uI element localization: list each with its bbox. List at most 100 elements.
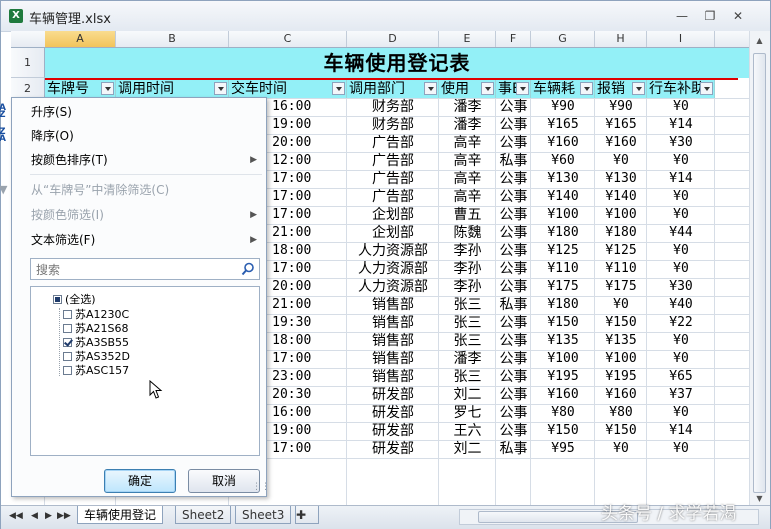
table-cell[interactable]: ¥0 <box>647 152 715 170</box>
column-header-b[interactable]: B <box>116 31 229 47</box>
restore-icon[interactable]: ❐ <box>701 9 719 23</box>
table-cell[interactable]: ¥0 <box>595 296 647 314</box>
table-cell[interactable]: 刘二 <box>439 386 496 404</box>
table-cell[interactable]: ¥100 <box>531 206 595 224</box>
filter-dropdown-icon[interactable] <box>700 82 713 95</box>
table-cell[interactable]: ¥90 <box>595 98 647 116</box>
table-cell[interactable]: ¥160 <box>531 134 595 152</box>
table-cell[interactable]: ¥80 <box>595 404 647 422</box>
table-cell[interactable]: 罗七 <box>439 404 496 422</box>
filter-dropdown-icon[interactable] <box>516 82 529 95</box>
table-cell[interactable]: ¥0 <box>647 242 715 260</box>
filter-dropdown-icon[interactable] <box>332 82 345 95</box>
table-cell[interactable]: ¥110 <box>595 260 647 278</box>
filter-dropdown-icon[interactable] <box>481 82 494 95</box>
column-header-e[interactable]: E <box>439 31 496 47</box>
sheet-tab-sheet3[interactable]: Sheet3 <box>235 506 292 524</box>
table-cell[interactable]: 张三 <box>439 368 496 386</box>
table-cell[interactable]: 公事 <box>496 332 531 350</box>
table-cell[interactable]: ¥160 <box>595 134 647 152</box>
table-cell[interactable]: 公事 <box>496 314 531 332</box>
table-cell[interactable]: 公事 <box>496 260 531 278</box>
table-cell[interactable]: 公事 <box>496 422 531 440</box>
table-cell[interactable]: 王六 <box>439 422 496 440</box>
table-cell[interactable]: 潘李 <box>439 350 496 368</box>
vertical-scrollbar[interactable]: ▲ ▼ <box>749 31 770 505</box>
table-cell[interactable]: 财务部 <box>347 98 439 116</box>
table-cell[interactable]: 张三 <box>439 314 496 332</box>
sheet-title[interactable]: 车辆使用登记表 <box>45 48 749 78</box>
prev-sheet-icon[interactable]: ◀ <box>31 511 38 521</box>
table-cell[interactable]: 广告部 <box>347 170 439 188</box>
table-cell[interactable]: ¥125 <box>595 242 647 260</box>
table-cell[interactable]: 公事 <box>496 404 531 422</box>
table-cell[interactable]: ¥30 <box>647 134 715 152</box>
column-header-a[interactable]: A <box>45 31 116 47</box>
table-cell[interactable]: ¥175 <box>595 278 647 296</box>
checkbox-unchecked[interactable] <box>63 310 72 319</box>
table-cell[interactable]: 高辛 <box>439 152 496 170</box>
close-icon[interactable]: ✕ <box>729 9 747 23</box>
checkbox-checked[interactable] <box>63 338 72 347</box>
table-cell[interactable]: ¥150 <box>595 314 647 332</box>
table-cell[interactable]: ¥0 <box>647 206 715 224</box>
table-cell[interactable]: 李孙 <box>439 242 496 260</box>
table-cell[interactable]: ¥130 <box>531 170 595 188</box>
table-cell[interactable]: 公事 <box>496 368 531 386</box>
table-cell[interactable]: 研发部 <box>347 440 439 458</box>
table-cell[interactable]: 销售部 <box>347 368 439 386</box>
table-cell[interactable]: 人力资源部 <box>347 242 439 260</box>
table-cell[interactable]: ¥160 <box>595 386 647 404</box>
search-icon[interactable] <box>241 262 255 276</box>
table-cell[interactable]: ¥44 <box>647 224 715 242</box>
table-cell[interactable]: 企划部 <box>347 206 439 224</box>
sheet-tab-sheet2[interactable]: Sheet2 <box>175 506 232 524</box>
sort-descending-item[interactable]: ZA 降序(O) <box>0 124 265 148</box>
row-header-1[interactable]: 1 <box>11 48 45 78</box>
table-cell[interactable]: 销售部 <box>347 350 439 368</box>
table-cell[interactable]: ¥165 <box>531 116 595 134</box>
table-cell[interactable]: ¥0 <box>647 404 715 422</box>
table-cell[interactable]: ¥37 <box>647 386 715 404</box>
table-cell[interactable]: ¥165 <box>595 116 647 134</box>
filter-list-item[interactable]: 苏A3SB55 <box>63 336 129 350</box>
table-cell[interactable]: ¥0 <box>595 440 647 458</box>
table-cell[interactable]: 销售部 <box>347 314 439 332</box>
checkbox-partial[interactable] <box>53 295 62 304</box>
table-cell[interactable]: ¥100 <box>595 206 647 224</box>
column-header-g[interactable]: G <box>531 31 595 47</box>
table-cell[interactable]: ¥0 <box>647 260 715 278</box>
table-cell[interactable]: ¥110 <box>531 260 595 278</box>
table-cell[interactable]: 财务部 <box>347 116 439 134</box>
table-cell[interactable]: 广告部 <box>347 134 439 152</box>
sheet-tab-active[interactable]: 车辆使用登记 <box>77 506 164 524</box>
table-cell[interactable]: 人力资源部 <box>347 260 439 278</box>
table-cell[interactable]: 张三 <box>439 296 496 314</box>
table-cell[interactable]: 公事 <box>496 206 531 224</box>
table-cell[interactable]: 陈魏 <box>439 224 496 242</box>
table-cell[interactable]: 人力资源部 <box>347 278 439 296</box>
table-cell[interactable]: ¥195 <box>595 368 647 386</box>
table-cell[interactable]: ¥60 <box>531 152 595 170</box>
filter-list-item[interactable]: 苏ASC157 <box>63 364 129 378</box>
checkbox-unchecked[interactable] <box>63 352 72 361</box>
header-cell[interactable]: 调用时间 <box>116 80 229 98</box>
ok-button[interactable]: 确定 <box>104 469 176 493</box>
filter-dropdown-icon[interactable] <box>424 82 437 95</box>
filter-list-item[interactable]: 苏A21S68 <box>63 322 129 336</box>
resize-grip-icon[interactable]: ⋮⋮ <box>252 483 270 496</box>
table-cell[interactable]: 公事 <box>496 134 531 152</box>
column-header-i[interactable]: I <box>647 31 715 47</box>
table-cell[interactable]: ¥160 <box>531 386 595 404</box>
table-cell[interactable]: 张三 <box>439 332 496 350</box>
table-cell[interactable]: ¥0 <box>647 98 715 116</box>
filter-value-list[interactable]: (全选) 苏A1230C 苏A21S68 苏A3SB55 苏AS352D 苏ASC157 <box>30 286 260 456</box>
select-all-checkbox[interactable]: (全选) <box>53 293 96 307</box>
table-cell[interactable]: 高辛 <box>439 188 496 206</box>
table-cell[interactable]: ¥0 <box>647 440 715 458</box>
table-cell[interactable]: 研发部 <box>347 422 439 440</box>
table-cell[interactable]: ¥140 <box>531 188 595 206</box>
table-cell[interactable]: ¥140 <box>595 188 647 206</box>
filter-search-input[interactable] <box>34 260 238 280</box>
checkbox-unchecked[interactable] <box>63 324 72 333</box>
